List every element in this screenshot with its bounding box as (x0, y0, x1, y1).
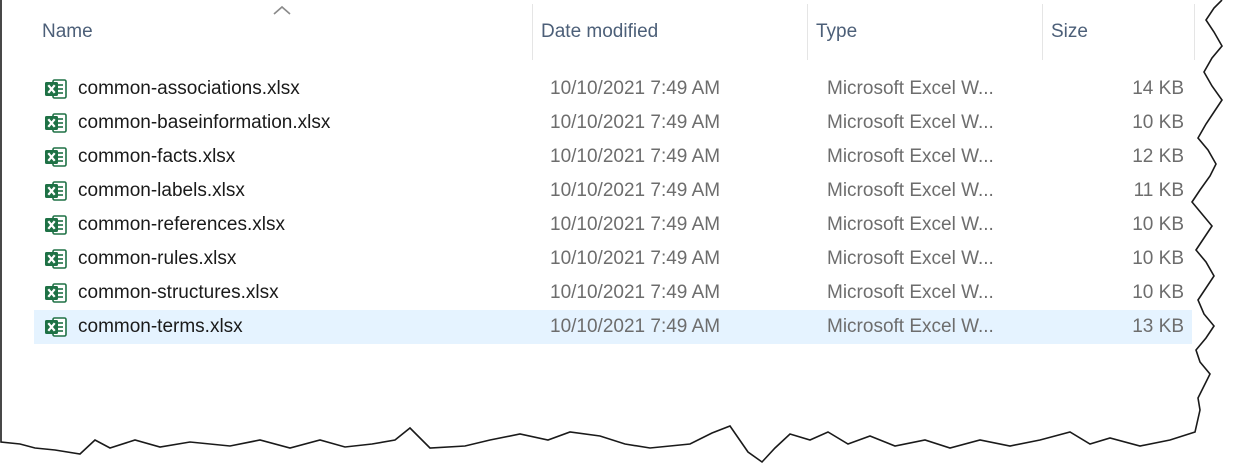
column-header-type-label: Type (816, 21, 858, 42)
file-name: common-facts.xlsx (78, 146, 236, 167)
file-row[interactable]: common-references.xlsx 10/10/2021 7:49 A… (34, 208, 1192, 242)
file-name: common-baseinformation.xlsx (78, 112, 331, 133)
file-row[interactable]: common-facts.xlsx 10/10/2021 7:49 AM Mic… (34, 140, 1192, 174)
file-size-cell: 10 KB (1132, 282, 1184, 303)
excel-file-icon (45, 283, 67, 303)
file-name-cell[interactable]: common-labels.xlsx (44, 174, 245, 208)
file-type-cell: Microsoft Excel W... (827, 316, 994, 337)
excel-file-icon (45, 181, 67, 201)
column-header-date-label: Date modified (541, 21, 659, 42)
file-type-cell: Microsoft Excel W... (827, 146, 994, 167)
file-name-cell[interactable]: common-facts.xlsx (44, 140, 235, 174)
column-header-size-label: Size (1051, 21, 1088, 42)
column-header-date-modified[interactable]: Date modified (533, 4, 807, 60)
column-header-type[interactable]: Type (808, 4, 1042, 60)
file-type-cell: Microsoft Excel W... (827, 78, 994, 99)
excel-file-icon (45, 249, 67, 269)
file-name: common-references.xlsx (78, 214, 285, 235)
file-name-cell[interactable]: common-associations.xlsx (44, 72, 300, 106)
file-size-cell: 10 KB (1132, 248, 1184, 269)
file-size-cell: 10 KB (1132, 214, 1184, 235)
file-size-cell: 13 KB (1132, 316, 1184, 337)
date-modified-cell: 10/10/2021 7:49 AM (550, 316, 721, 337)
file-row[interactable]: common-structures.xlsx 10/10/2021 7:49 A… (34, 276, 1192, 310)
file-size-cell: 11 KB (1133, 180, 1184, 201)
date-modified-cell: 10/10/2021 7:49 AM (550, 78, 721, 99)
date-modified-cell: 10/10/2021 7:49 AM (550, 214, 721, 235)
date-modified-cell: 10/10/2021 7:49 AM (550, 180, 721, 201)
file-row-selected[interactable]: common-terms.xlsx 10/10/2021 7:49 AM Mic… (34, 310, 1192, 344)
file-type-cell: Microsoft Excel W... (827, 214, 994, 235)
file-name-cell[interactable]: common-references.xlsx (44, 208, 285, 242)
date-modified-cell: 10/10/2021 7:49 AM (550, 282, 721, 303)
excel-file-icon (45, 113, 67, 133)
file-name-cell[interactable]: common-terms.xlsx (44, 310, 243, 344)
file-row[interactable]: common-rules.xlsx 10/10/2021 7:49 AM Mic… (34, 242, 1192, 276)
file-size-cell: 12 KB (1132, 146, 1184, 167)
file-type-cell: Microsoft Excel W... (827, 112, 994, 133)
file-row[interactable]: common-associations.xlsx 10/10/2021 7:49… (34, 72, 1192, 106)
file-size-cell: 14 KB (1132, 78, 1184, 99)
file-name: common-structures.xlsx (78, 282, 279, 303)
excel-file-icon (45, 147, 67, 167)
file-type-cell: Microsoft Excel W... (827, 282, 994, 303)
file-row[interactable]: common-baseinformation.xlsx 10/10/2021 7… (34, 106, 1192, 140)
file-type-cell: Microsoft Excel W... (827, 180, 994, 201)
file-name-cell[interactable]: common-rules.xlsx (44, 242, 236, 276)
file-name: common-rules.xlsx (78, 248, 237, 269)
file-explorer-details-view: Name Date modified Type Size common-asso… (8, 4, 1198, 424)
column-header-name-label: Name (42, 21, 93, 42)
file-type-cell: Microsoft Excel W... (827, 248, 994, 269)
date-modified-cell: 10/10/2021 7:49 AM (550, 248, 721, 269)
column-header-bar: Name Date modified Type Size (8, 4, 1198, 60)
excel-file-icon (45, 215, 67, 235)
column-header-size[interactable]: Size (1043, 4, 1193, 60)
file-name-cell[interactable]: common-structures.xlsx (44, 276, 279, 310)
sort-ascending-icon (273, 5, 291, 15)
file-list: common-associations.xlsx 10/10/2021 7:49… (8, 72, 1198, 344)
file-name: common-labels.xlsx (78, 180, 245, 201)
file-size-cell: 10 KB (1132, 112, 1184, 133)
excel-file-icon (45, 317, 67, 337)
column-divider[interactable] (1194, 4, 1195, 60)
date-modified-cell: 10/10/2021 7:49 AM (550, 146, 721, 167)
date-modified-cell: 10/10/2021 7:49 AM (550, 112, 721, 133)
file-row[interactable]: common-labels.xlsx 10/10/2021 7:49 AM Mi… (34, 174, 1192, 208)
excel-file-icon (45, 79, 67, 99)
file-name: common-associations.xlsx (78, 78, 300, 99)
file-name: common-terms.xlsx (78, 316, 243, 337)
file-name-cell[interactable]: common-baseinformation.xlsx (44, 106, 330, 140)
